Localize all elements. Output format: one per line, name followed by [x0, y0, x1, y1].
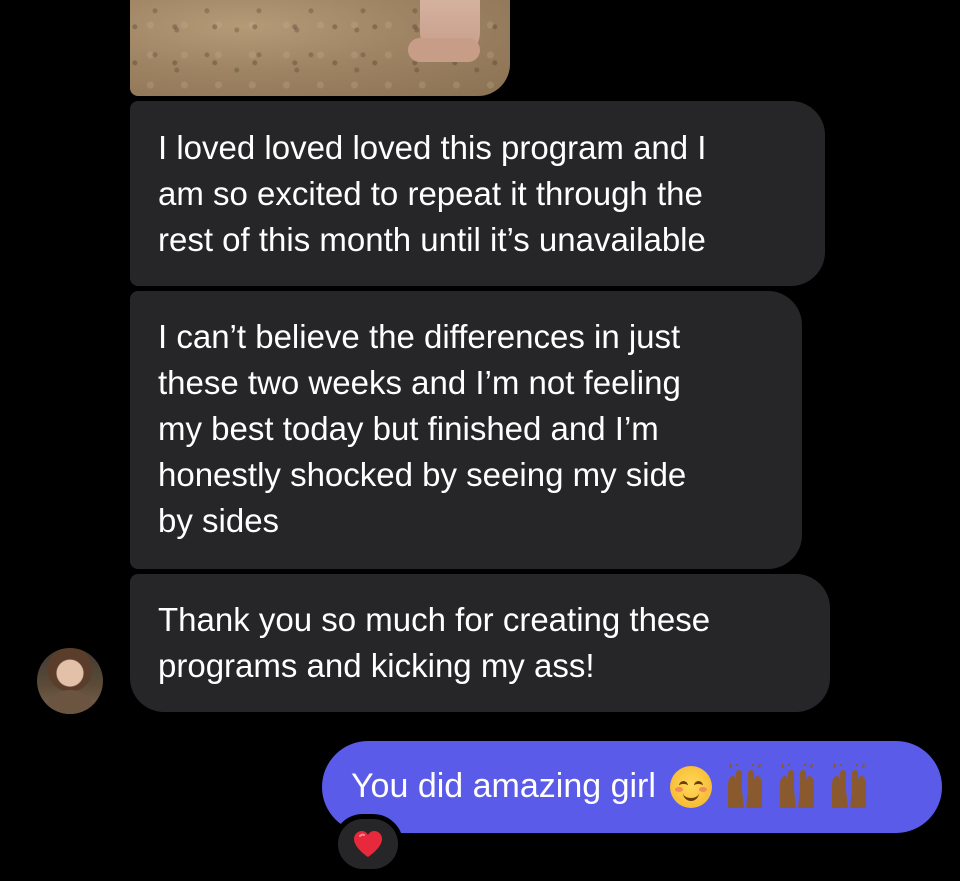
received-message-bubble[interactable]: I can’t believe the differences in just …: [130, 291, 802, 569]
message-text-line: programs and kicking my ass!: [158, 647, 595, 684]
message-text-line: Thank you so much for creating these: [158, 601, 711, 638]
photo-foot: [408, 38, 480, 62]
received-message-bubble[interactable]: Thank you so much for creating these pro…: [130, 574, 830, 712]
raising-hands-icon: [727, 764, 762, 808]
avatar-figure: [45, 690, 95, 714]
message-text-line: these two weeks and I’m not feeling: [158, 364, 681, 401]
raising-hands-icon: [779, 764, 814, 808]
message-text-line: I loved loved loved this program and I: [158, 129, 707, 166]
received-message-bubble[interactable]: I loved loved loved this program and I a…: [130, 101, 825, 286]
message-text-line: am so excited to repeat it through the: [158, 175, 703, 212]
message-text-line: rest of this month until it’s unavailabl…: [158, 221, 706, 258]
message-text-line: honestly shocked by seeing my side: [158, 456, 687, 493]
raising-hands-icon: [831, 764, 866, 808]
message-text-line: by sides: [158, 502, 280, 539]
sent-message-text: You did amazing girl: [351, 766, 656, 805]
shared-photo[interactable]: [130, 0, 510, 96]
red-heart-icon: [354, 831, 382, 857]
message-text-line: my best today but finished and I’m: [158, 410, 659, 447]
smiling-face-icon: [669, 766, 712, 808]
sent-message-bubble[interactable]: You did amazing girl: [322, 741, 942, 833]
sender-avatar[interactable]: [37, 648, 103, 714]
message-text-line: I can’t believe the differences in just: [158, 318, 681, 355]
message-reaction[interactable]: [333, 814, 403, 874]
